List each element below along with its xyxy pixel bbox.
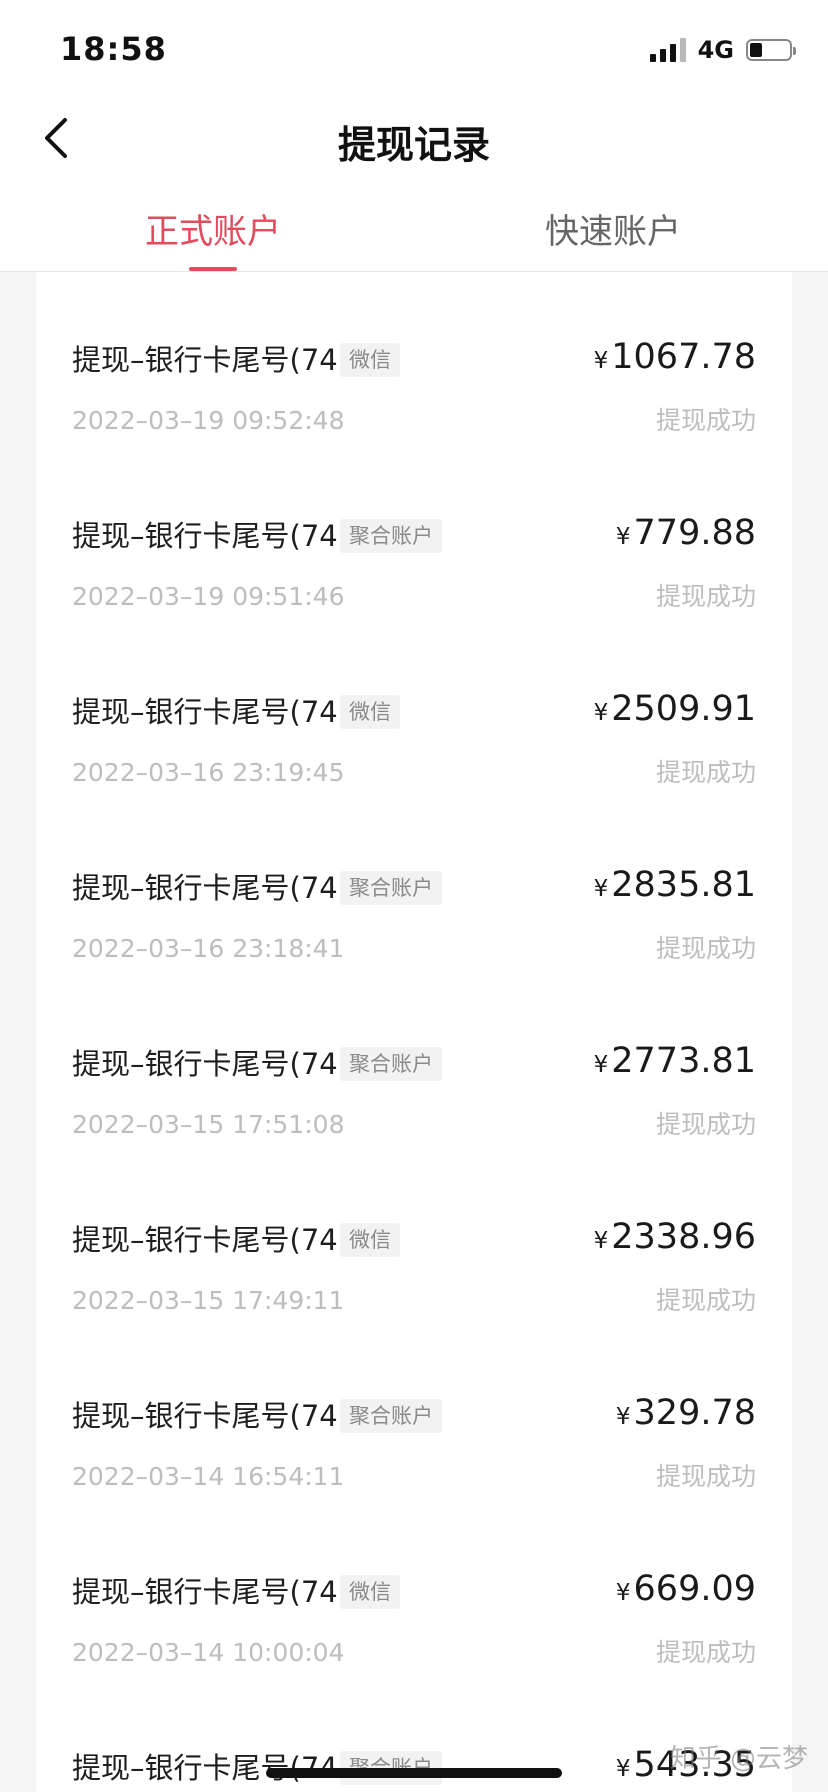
signal-icon: [649, 38, 686, 62]
record-title: 提现–银行卡尾号(747): [72, 343, 368, 377]
battery-icon: [746, 39, 796, 61]
withdrawal-record-list[interactable]: 提现–银行卡尾号(747) 微信 ¥1067.78 2022–03–19 09:52:…: [36, 272, 792, 1792]
record-title: 提现–银行卡尾号(747): [72, 1575, 368, 1609]
status-indicators: 4G: [649, 36, 796, 64]
record-channel-tag: 微信: [340, 695, 400, 729]
record-status: 提现成功: [655, 582, 756, 611]
record-channel-tag: 聚合账户: [340, 871, 442, 905]
amount-value: 669.09: [633, 1569, 756, 1609]
record-amount: ¥669.09: [616, 1566, 756, 1616]
amount-value: 2773.81: [611, 1041, 756, 1081]
record-item[interactable]: 提现–银行卡尾号(747) 微信 ¥2509.91 2022–03–16 23:19:…: [36, 620, 792, 796]
amount-value: 2509.91: [611, 689, 756, 729]
record-item[interactable]: 提现–银行卡尾号(747) 聚合账户 ¥2773.81 2022–03–15 17:5…: [36, 972, 792, 1148]
record-channel-tag: 微信: [340, 1223, 400, 1257]
record-time: 2022–03–14 10:00:04: [72, 1638, 345, 1667]
tab-formal-account[interactable]: 正式账户: [63, 204, 363, 253]
currency-symbol: ¥: [593, 700, 609, 726]
record-amount: ¥2509.91: [594, 686, 756, 736]
currency-symbol: ¥: [615, 524, 631, 550]
record-time: 2022–03–16 23:18:41: [72, 934, 345, 963]
record-item[interactable]: 提现–银行卡尾号(747) 聚合账户 ¥779.88 2022–03–19 09:51…: [36, 444, 792, 620]
record-channel-tag: 聚合账户: [340, 1047, 442, 1081]
currency-symbol: ¥: [593, 1052, 609, 1078]
active-tab-indicator: [189, 267, 237, 271]
account-tabs: 正式账户 快速账户: [0, 180, 828, 272]
record-time: 2022–03–19 09:51:46: [72, 582, 345, 611]
record-amount: ¥329.78: [616, 1390, 756, 1440]
record-title: 提现–银行卡尾号(747): [72, 1223, 368, 1257]
record-status: 提现成功: [655, 1462, 756, 1491]
record-item[interactable]: 提现–银行卡尾号(747) 微信 ¥2338.96 2022–03–15 17:49:…: [36, 1148, 792, 1324]
record-time: 2022–03–15 17:49:11: [72, 1286, 345, 1315]
record-amount: ¥1067.78: [594, 334, 756, 384]
amount-value: 2338.96: [611, 1217, 756, 1257]
currency-symbol: ¥: [615, 1404, 631, 1430]
currency-symbol: ¥: [615, 1756, 631, 1782]
amount-value: 1067.78: [611, 337, 756, 377]
amount-value: 329.78: [633, 1393, 756, 1433]
nav-bar: 提现记录: [0, 96, 828, 180]
currency-symbol: ¥: [593, 876, 609, 902]
currency-symbol: ¥: [593, 1228, 609, 1254]
record-item[interactable]: 提现–银行卡尾号(747) 聚合账户 ¥2835.81 2022–03–16 23:1…: [36, 796, 792, 972]
record-amount: ¥2338.96: [594, 1214, 756, 1264]
record-status: 提现成功: [655, 934, 756, 963]
record-title: 提现–银行卡尾号(747): [72, 1399, 368, 1433]
record-channel-tag: 聚合账户: [340, 1399, 442, 1433]
currency-symbol: ¥: [615, 1580, 631, 1606]
record-title: 提现–银行卡尾号(747): [72, 519, 368, 553]
tab-fast-account[interactable]: 快速账户: [463, 204, 763, 253]
watermark: 知乎 @云梦: [669, 1744, 808, 1774]
record-time: 2022–03–14 16:54:11: [72, 1462, 345, 1491]
home-indicator[interactable]: [266, 1768, 562, 1778]
record-item[interactable]: 提现–银行卡尾号(747) 微信 ¥669.09 2022–03–14 10:00:0…: [36, 1500, 792, 1676]
amount-value: 779.88: [633, 513, 756, 553]
record-item[interactable]: 提现–银行卡尾号(747) 微信 ¥1067.78 2022–03–19 09:52:…: [36, 272, 792, 444]
record-title: 提现–银行卡尾号(747): [72, 695, 368, 729]
status-time: 18:58: [60, 30, 167, 68]
record-channel-tag: 微信: [340, 343, 400, 377]
record-amount: ¥2773.81: [594, 1038, 756, 1088]
record-time: 2022–03–15 17:51:08: [72, 1110, 345, 1139]
page-title: 提现记录: [337, 123, 490, 167]
network-type: 4G: [697, 36, 734, 64]
record-status: 提现成功: [655, 1286, 756, 1315]
record-status: 提现成功: [655, 1110, 756, 1139]
record-item[interactable]: 提现–银行卡尾号(747) 聚合账户 ¥329.78 2022–03–14 16:54…: [36, 1324, 792, 1500]
record-time: 2022–03–19 09:52:48: [72, 406, 345, 435]
status-bar: 18:58 4G: [0, 0, 828, 96]
record-channel-tag: 微信: [340, 1575, 400, 1609]
record-title: 提现–银行卡尾号(747): [72, 1047, 368, 1081]
amount-value: 2835.81: [611, 865, 756, 905]
currency-symbol: ¥: [593, 348, 609, 374]
record-channel-tag: 聚合账户: [340, 519, 442, 553]
record-status: 提现成功: [655, 1638, 756, 1667]
record-title: 提现–银行卡尾号(747): [72, 871, 368, 905]
record-status: 提现成功: [655, 758, 756, 787]
record-status: 提现成功: [655, 406, 756, 435]
record-time: 2022–03–16 23:19:45: [72, 758, 345, 787]
record-amount: ¥779.88: [616, 510, 756, 560]
record-amount: ¥2835.81: [594, 862, 756, 912]
